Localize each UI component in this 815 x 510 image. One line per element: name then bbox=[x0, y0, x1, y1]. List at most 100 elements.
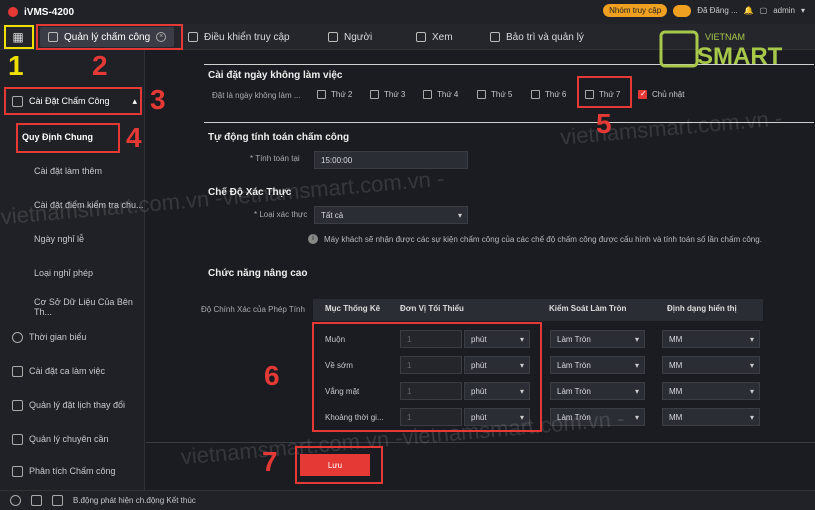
trash-icon[interactable] bbox=[31, 495, 42, 506]
rounding-select[interactable]: Làm Tròn ▾ bbox=[550, 356, 645, 374]
checkbox-fri[interactable]: Thứ 6 bbox=[531, 90, 566, 99]
col-min-unit: Đơn Vị Tối Thiểu bbox=[400, 304, 464, 313]
brand-logo: VIETNAM SMART bbox=[655, 26, 805, 70]
annotation-box-5 bbox=[577, 76, 632, 108]
annotation-box-4 bbox=[16, 123, 120, 153]
tab-access-control[interactable]: Điều khiển truy cập bbox=[188, 27, 290, 47]
access-group-badge[interactable]: Nhóm truy cập bbox=[603, 4, 668, 17]
checkbox[interactable] bbox=[423, 90, 432, 99]
cloud-icon[interactable] bbox=[673, 4, 692, 17]
rounding-value: Làm Tròn bbox=[557, 334, 591, 344]
chevron-down-icon: ▾ bbox=[457, 211, 462, 220]
schedule-icon bbox=[12, 399, 23, 411]
rounding-value: Làm Tròn bbox=[557, 386, 591, 396]
chevron-down-icon: ▾ bbox=[634, 361, 639, 370]
lock-icon[interactable]: ▢ bbox=[760, 6, 768, 15]
checklist-icon bbox=[12, 433, 23, 445]
sidebar-item-label: Quản lý đặt lịch thay đổi bbox=[29, 400, 126, 410]
divider bbox=[146, 442, 815, 443]
checkbox-thu[interactable]: Thứ 5 bbox=[477, 90, 512, 99]
auth-mode-title: Chế Độ Xác Thực bbox=[208, 187, 292, 198]
rounding-select[interactable]: Làm Tròn ▾ bbox=[550, 408, 645, 426]
annotation-number-5: 5 bbox=[596, 108, 612, 139]
format-value: MM bbox=[669, 386, 683, 396]
monitor-icon bbox=[416, 32, 426, 42]
warning-icon[interactable] bbox=[10, 495, 21, 506]
chevron-down-icon: ▾ bbox=[634, 335, 639, 344]
checkbox-checked[interactable] bbox=[638, 89, 647, 99]
format-select[interactable]: MM ▾ bbox=[662, 356, 760, 374]
divider bbox=[204, 122, 814, 123]
tab-view[interactable]: Xem bbox=[416, 27, 453, 47]
calc-time-value: 15:00:00 bbox=[321, 155, 353, 165]
col-format: Định dạng hiển thị bbox=[667, 304, 737, 313]
checkbox-mon[interactable]: Thứ 2 bbox=[317, 90, 352, 99]
precision-label: Độ Chính Xác của Phép Tính bbox=[201, 305, 305, 314]
auto-calc-title: Tự động tính toán chấm công bbox=[208, 132, 350, 143]
annotation-number-7: 7 bbox=[262, 446, 278, 477]
app-logo-icon bbox=[8, 7, 18, 17]
annotation-number-2: 2 bbox=[92, 50, 108, 81]
checkbox-label: Chủ nhật bbox=[652, 90, 685, 99]
format-select[interactable]: MM ▾ bbox=[662, 382, 760, 400]
annotation-box-1 bbox=[4, 25, 34, 49]
sidebar-item-label: Thời gian biểu bbox=[29, 332, 87, 342]
tab-person[interactable]: Người bbox=[328, 27, 372, 47]
sidebar-item-attendance-mgmt[interactable]: Quản lý chuyên cần bbox=[0, 428, 145, 450]
tab-maintenance[interactable]: Bảo trì và quản lý bbox=[490, 27, 584, 47]
brand-small: VIETNAM bbox=[705, 32, 745, 42]
sidebar: Cài Đặt Chấm Công ▴ Quy Định Chung Cài đ… bbox=[0, 50, 145, 490]
user-name[interactable]: admin bbox=[773, 6, 795, 15]
person-icon bbox=[328, 32, 338, 42]
info-icon: i bbox=[308, 234, 318, 244]
format-select[interactable]: MM ▾ bbox=[662, 408, 760, 426]
auth-type-value: Tất cả bbox=[321, 210, 344, 220]
format-value: MM bbox=[669, 412, 683, 422]
calc-time-input[interactable]: 15:00:00 bbox=[314, 151, 468, 169]
advanced-title: Chức năng nâng cao bbox=[208, 268, 308, 279]
checkbox[interactable] bbox=[317, 90, 326, 99]
annotation-box-6 bbox=[312, 322, 542, 432]
rounding-value: Làm Tròn bbox=[557, 412, 591, 422]
rounding-select[interactable]: Làm Tròn ▾ bbox=[550, 382, 645, 400]
checkbox[interactable] bbox=[370, 90, 379, 99]
checkbox[interactable] bbox=[531, 90, 540, 99]
sidebar-item-third-party-db[interactable]: Cơ Sở Dữ Liệu Của Bên Th... bbox=[0, 296, 145, 318]
format-value: MM bbox=[669, 360, 683, 370]
checkbox-label: Thứ 4 bbox=[437, 90, 459, 99]
sidebar-item-checkpoint[interactable]: Cài đặt điểm kiểm tra chu... bbox=[0, 194, 145, 216]
clock-icon bbox=[12, 331, 23, 343]
checkbox-wed[interactable]: Thứ 4 bbox=[423, 90, 458, 99]
wrench-icon bbox=[490, 32, 500, 42]
sidebar-item-shift[interactable]: Cài đặt ca làm việc bbox=[0, 360, 145, 382]
auto-calc-label: * Tính toán tại bbox=[250, 154, 300, 163]
tab-label: Điều khiển truy cập bbox=[204, 31, 290, 43]
login-status[interactable]: Đã Đăng ... bbox=[697, 6, 737, 15]
tab-label: Xem bbox=[432, 31, 453, 43]
nonwork-title: Cài đặt ngày không làm việc bbox=[208, 70, 343, 81]
checkbox-tue[interactable]: Thứ 3 bbox=[370, 90, 405, 99]
sidebar-item-analysis[interactable]: Phân tích Chấm công bbox=[0, 460, 145, 482]
col-item: Mục Thống Kê bbox=[325, 304, 381, 313]
bell-icon[interactable]: 🔔 bbox=[744, 6, 754, 15]
sidebar-item-holiday[interactable]: Ngày nghỉ lễ bbox=[0, 228, 145, 250]
mute-icon[interactable] bbox=[52, 495, 63, 506]
checkbox-label: Thứ 2 bbox=[331, 90, 353, 99]
sidebar-item-timetable[interactable]: Thời gian biểu bbox=[0, 326, 145, 348]
col-rounding: Kiểm Soát Làm Tròn bbox=[549, 304, 627, 313]
chevron-down-icon: ▾ bbox=[749, 335, 754, 344]
sidebar-item-schedule[interactable]: Quản lý đặt lịch thay đổi bbox=[0, 394, 145, 416]
rounding-value: Làm Tròn bbox=[557, 360, 591, 370]
sidebar-item-leave-type[interactable]: Loại nghỉ phép bbox=[0, 262, 145, 284]
sidebar-item-label: Quản lý chuyên cần bbox=[29, 434, 109, 444]
chevron-down-icon: ▾ bbox=[634, 413, 639, 422]
table-header: Mục Thống Kê Đơn Vị Tối Thiểu Kiểm Soát … bbox=[313, 299, 763, 321]
format-select[interactable]: MM ▾ bbox=[662, 330, 760, 348]
sidebar-item-overtime[interactable]: Cài đặt làm thêm bbox=[0, 160, 145, 182]
checkbox-sun[interactable]: Chủ nhật bbox=[638, 89, 685, 99]
rounding-select[interactable]: Làm Tròn ▾ bbox=[550, 330, 645, 348]
user-dropdown-icon[interactable]: ▾ bbox=[801, 6, 805, 15]
checkbox[interactable] bbox=[477, 90, 486, 99]
auth-type-select[interactable]: Tất cả ▾ bbox=[314, 206, 468, 224]
sidebar-item-label: Phân tích Chấm công bbox=[29, 466, 116, 476]
